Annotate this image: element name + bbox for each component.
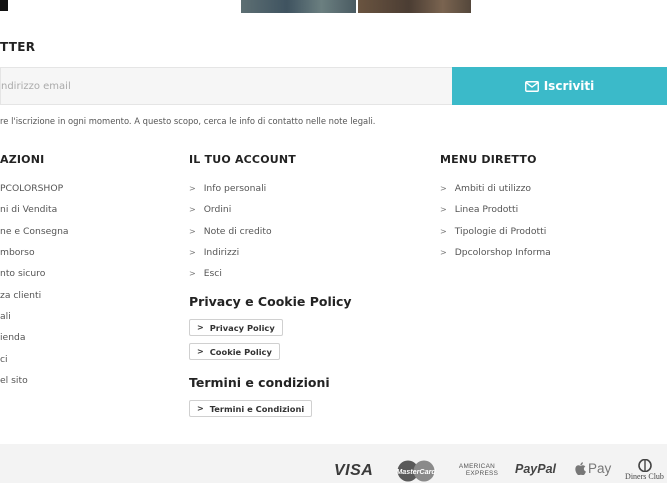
visa-logo: VISA — [334, 462, 374, 479]
info-column-title: AZIONI — [0, 153, 45, 166]
top-strip — [0, 0, 667, 14]
chevron-right-icon: > — [197, 404, 204, 413]
terms-link[interactable]: > Termini e Condizioni — [189, 400, 313, 417]
account-column-title: IL TUO ACCOUNT — [189, 153, 296, 166]
applepay-logo: Pay — [575, 461, 611, 476]
paypal-logo: PayPal — [515, 462, 557, 476]
amex-line1: AMERICAN — [458, 463, 496, 470]
chevron-right-icon: > — [189, 269, 196, 279]
product-thumbnail[interactable] — [241, 0, 356, 13]
info-link[interactable]: nto sicuro — [0, 263, 69, 284]
chevron-right-icon: > — [440, 184, 447, 194]
account-link-logout[interactable]: > Esci — [189, 263, 272, 284]
account-link-label: Indirizzi — [203, 247, 240, 259]
subscribe-label: Iscriviti — [543, 79, 595, 93]
account-link-label: Esci — [203, 268, 222, 280]
info-link[interactable]: ienda — [0, 327, 69, 348]
account-link-addresses[interactable]: > Indirizzi — [189, 242, 272, 263]
info-links: PCOLORSHOP ni di Vendita ne e Consegna m… — [0, 178, 69, 391]
menu-link-product-types[interactable]: > Tipologie di Prodotti — [440, 221, 551, 242]
menu-link-product-line[interactable]: > Linea Prodotti — [440, 199, 551, 220]
privacy-policy-link[interactable]: > Privacy Policy — [189, 319, 283, 336]
mastercard-text: MasterCard — [396, 467, 436, 476]
chevron-right-icon: > — [189, 226, 196, 236]
info-link[interactable]: ali — [0, 306, 69, 327]
info-link[interactable]: mborso — [0, 242, 69, 263]
account-link-label: Note di credito — [203, 225, 272, 237]
diners-logo: Diners Club — [622, 457, 667, 483]
menu-links: > Ambiti di utilizzo > Linea Prodotti > Tip… — [440, 178, 551, 263]
terms-label: Termini e Condizioni — [209, 403, 305, 414]
info-link[interactable]: ni di Vendita — [0, 199, 69, 220]
subscribe-button[interactable]: Iscriviti — [452, 67, 667, 105]
account-link-orders[interactable]: > Ordini — [189, 199, 272, 220]
email-input[interactable] — [0, 67, 452, 105]
account-link-credit-notes[interactable]: > Note di credito — [189, 221, 272, 242]
info-link[interactable]: ne e Consegna — [0, 221, 69, 242]
menu-link-informa[interactable]: > Dpcolorshop Informa — [440, 242, 551, 263]
amex-line2: EXPRESS — [465, 470, 499, 477]
apple-icon — [575, 462, 586, 475]
info-link[interactable]: el sito — [0, 370, 69, 391]
chevron-right-icon: > — [440, 205, 447, 215]
info-link[interactable]: ci — [0, 348, 69, 369]
product-thumbnail[interactable] — [358, 0, 471, 13]
amex-logo: AMERICAN EXPRESS — [452, 460, 502, 480]
newsletter-title: TTER — [0, 40, 36, 54]
menu-link-label: Linea Prodotti — [454, 204, 519, 216]
privacy-policy-label: Privacy Policy — [209, 322, 275, 333]
envelope-icon — [524, 80, 539, 92]
chevron-right-icon: > — [189, 205, 196, 215]
chevron-right-icon: > — [189, 184, 196, 194]
menu-link-label: Ambiti di utilizzo — [454, 183, 532, 195]
menu-link-label: Dpcolorshop Informa — [454, 247, 551, 259]
chevron-right-icon: > — [440, 248, 447, 258]
cookie-policy-link[interactable]: > Cookie Policy — [189, 343, 280, 360]
chevron-right-icon: > — [440, 226, 447, 236]
info-link[interactable]: PCOLORSHOP — [0, 178, 69, 199]
cookie-policy-label: Cookie Policy — [209, 346, 272, 357]
account-link-label: Ordini — [203, 204, 232, 216]
account-link-info[interactable]: > Info personali — [189, 178, 272, 199]
terms-section-title: Termini e condizioni — [189, 375, 330, 390]
chevron-right-icon: > — [189, 248, 196, 258]
newsletter-note: re l'iscrizione in ogni momento. A quest… — [0, 116, 376, 126]
menu-column-title: MENU DIRETTO — [440, 153, 537, 166]
menu-link-usage[interactable]: > Ambiti di utilizzo — [440, 178, 551, 199]
mastercard-logo: MasterCard — [393, 460, 439, 482]
diners-text: Diners Club — [625, 472, 664, 481]
applepay-text: Pay — [588, 461, 612, 476]
menu-link-label: Tipologie di Prodotti — [454, 225, 547, 237]
info-link[interactable]: za clienti — [0, 284, 69, 305]
account-links: > Info personali > Ordini > Note di credito… — [189, 178, 272, 284]
privacy-section-title: Privacy e Cookie Policy — [189, 294, 352, 309]
chevron-right-icon: > — [197, 347, 204, 356]
account-link-label: Info personali — [203, 183, 267, 195]
cropped-dark-block — [0, 0, 8, 11]
chevron-right-icon: > — [197, 323, 204, 332]
